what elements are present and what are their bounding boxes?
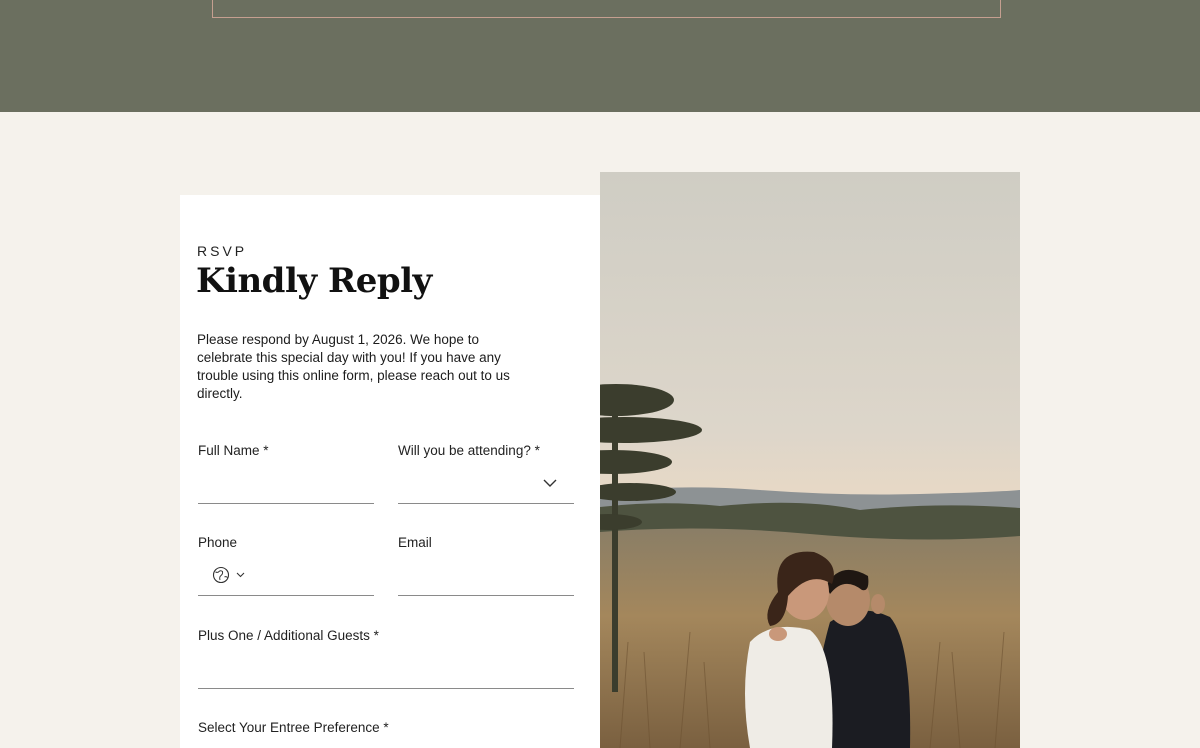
guests-underline bbox=[198, 688, 574, 689]
entree-label: Select Your Entree Preference * bbox=[198, 720, 389, 735]
guests-input[interactable] bbox=[198, 654, 574, 688]
couple-photo bbox=[600, 172, 1020, 748]
full-name-label: Full Name * bbox=[198, 443, 269, 458]
attending-underline bbox=[398, 503, 574, 504]
attending-label: Will you be attending? * bbox=[398, 443, 540, 458]
rsvp-eyebrow: RSVP bbox=[197, 243, 248, 259]
email-underline bbox=[398, 595, 574, 596]
rsvp-intro-text: Please respond by August 1, 2026. We hop… bbox=[197, 332, 510, 401]
page-title: Kindly Reply bbox=[196, 261, 432, 301]
guests-label: Plus One / Additional Guests * bbox=[198, 628, 379, 643]
chevron-down-icon bbox=[236, 572, 245, 578]
rsvp-form-card: RSVP Kindly Reply Please respond by Augu… bbox=[180, 195, 600, 748]
phone-label: Phone bbox=[198, 535, 238, 550]
globe-icon bbox=[212, 566, 230, 584]
email-label: Email bbox=[398, 535, 432, 550]
top-banner-section bbox=[0, 0, 1200, 112]
decorative-frame bbox=[212, 0, 1001, 18]
chevron-down-icon[interactable] bbox=[542, 475, 558, 491]
phone-input[interactable] bbox=[258, 561, 374, 595]
email-field: Email bbox=[398, 535, 574, 597]
guests-field: Plus One / Additional Guests * bbox=[198, 628, 574, 690]
attending-field: Will you be attending? * bbox=[398, 443, 574, 505]
full-name-underline bbox=[198, 503, 374, 504]
full-name-field: Full Name * bbox=[198, 443, 374, 505]
entree-field: Select Your Entree Preference * bbox=[198, 720, 574, 748]
phone-underline bbox=[198, 595, 374, 596]
phone-field: Phone bbox=[198, 535, 374, 597]
email-input[interactable] bbox=[398, 561, 574, 595]
full-name-input[interactable] bbox=[198, 469, 374, 503]
country-code-picker[interactable] bbox=[212, 566, 252, 584]
